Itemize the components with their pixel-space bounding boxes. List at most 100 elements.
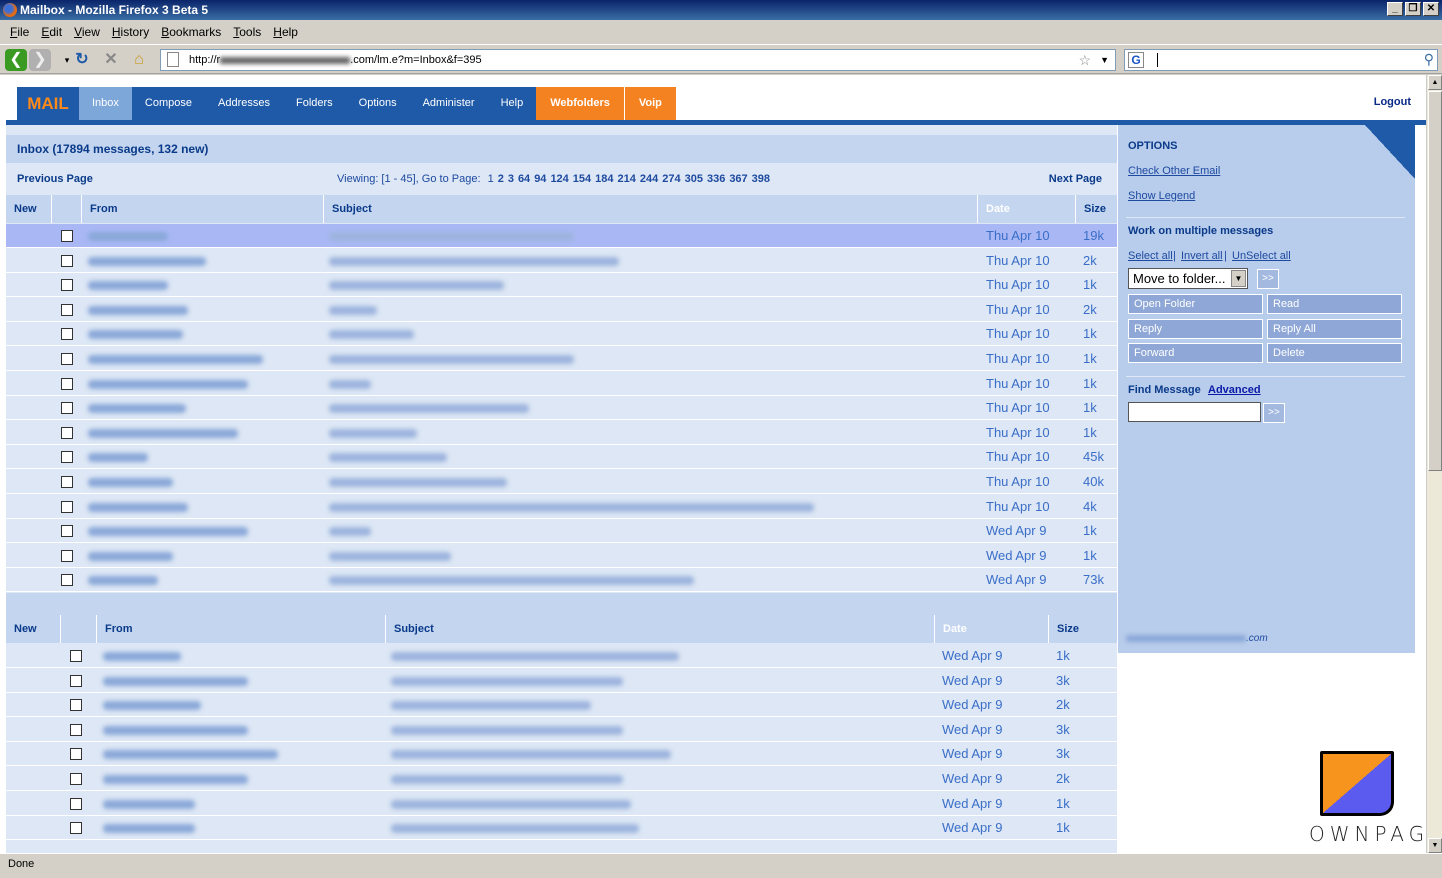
reload-icon[interactable]: ↻ xyxy=(71,49,93,71)
message-checkbox[interactable] xyxy=(70,822,82,835)
message-from[interactable] xyxy=(103,652,181,661)
message-subject[interactable] xyxy=(391,750,671,760)
tab-inbox[interactable]: Inbox xyxy=(79,87,132,120)
message-subject[interactable] xyxy=(329,355,574,364)
message-checkbox[interactable] xyxy=(70,674,82,687)
menu-history[interactable]: History xyxy=(106,25,155,39)
restore-button[interactable]: ❐ xyxy=(1405,2,1421,16)
message-from[interactable] xyxy=(103,775,248,784)
message-from[interactable] xyxy=(88,281,168,291)
home-icon[interactable]: ⌂ xyxy=(128,49,150,71)
read-button[interactable]: Read xyxy=(1267,294,1402,314)
message-row[interactable]: Wed Apr 9 1k xyxy=(6,816,1117,841)
message-subject[interactable] xyxy=(329,428,417,438)
message-row[interactable]: Wed Apr 9 3k xyxy=(6,718,1117,742)
message-row[interactable]: Thu Apr 10 1k xyxy=(6,273,1117,298)
message-from[interactable] xyxy=(88,256,206,266)
message-checkbox[interactable] xyxy=(61,574,73,587)
menu-edit[interactable]: Edit xyxy=(35,25,68,39)
message-row[interactable]: Thu Apr 10 4k xyxy=(6,495,1117,519)
page-link[interactable]: 244 xyxy=(640,173,658,185)
message-row[interactable]: Wed Apr 9 3k xyxy=(6,742,1117,767)
logout-link[interactable]: Logout xyxy=(1374,96,1411,108)
message-checkbox[interactable] xyxy=(61,549,73,562)
forward-button[interactable]: Forward xyxy=(1128,343,1263,363)
message-row[interactable]: Thu Apr 10 1k xyxy=(6,396,1117,421)
select-all-link[interactable]: Select all xyxy=(1128,250,1173,262)
message-row[interactable]: Thu Apr 10 40k xyxy=(6,470,1117,494)
find-go-button[interactable]: >> xyxy=(1263,403,1285,423)
tab-compose[interactable]: Compose xyxy=(131,87,205,120)
page-link[interactable]: 214 xyxy=(618,173,636,185)
bookmark-star-icon[interactable]: ☆ xyxy=(1078,50,1091,70)
col-subject[interactable]: Subject xyxy=(323,195,372,223)
page-link[interactable]: 367 xyxy=(729,173,747,185)
message-subject[interactable] xyxy=(329,232,574,241)
back-icon[interactable]: ❮ xyxy=(5,49,27,71)
page-link[interactable]: 184 xyxy=(595,173,613,185)
message-subject[interactable] xyxy=(329,527,371,537)
page-link[interactable]: 398 xyxy=(752,173,770,185)
move-to-folder-select[interactable]: Move to folder... ▼ xyxy=(1128,268,1248,289)
message-subject[interactable] xyxy=(329,404,529,414)
col-new[interactable]: New xyxy=(6,615,37,643)
message-row[interactable]: Thu Apr 10 2k xyxy=(6,298,1117,322)
message-subject[interactable] xyxy=(391,799,631,809)
message-checkbox[interactable] xyxy=(61,254,73,267)
message-checkbox[interactable] xyxy=(61,500,73,513)
message-checkbox[interactable] xyxy=(61,353,73,365)
scroll-thumb[interactable] xyxy=(1428,91,1442,471)
message-subject[interactable] xyxy=(391,701,591,711)
next-page-link[interactable]: Next Page xyxy=(1049,165,1102,193)
page-scrollbar[interactable]: ▲ ▼ xyxy=(1426,75,1442,853)
col-from[interactable]: From xyxy=(81,195,118,223)
stop-icon[interactable]: ✕ xyxy=(100,49,122,71)
message-subject[interactable] xyxy=(329,256,619,266)
col-new[interactable]: New xyxy=(6,195,37,223)
search-input[interactable] xyxy=(1157,53,1158,67)
search-magnifier-icon[interactable]: ⚲ xyxy=(1424,51,1434,68)
check-other-email-link[interactable]: Check Other Email xyxy=(1128,165,1220,177)
scroll-up-icon[interactable]: ▲ xyxy=(1428,75,1442,90)
message-from[interactable] xyxy=(103,750,278,760)
message-subject[interactable] xyxy=(329,551,451,561)
message-from[interactable] xyxy=(88,379,248,389)
message-checkbox[interactable] xyxy=(70,748,82,761)
message-subject[interactable] xyxy=(391,676,623,686)
col-date[interactable]: Date xyxy=(977,195,1010,223)
page-link[interactable]: 154 xyxy=(573,173,591,185)
message-row[interactable]: Thu Apr 10 1k xyxy=(6,372,1117,396)
message-from[interactable] xyxy=(88,355,263,364)
message-checkbox[interactable] xyxy=(61,525,73,538)
open-folder-button[interactable]: Open Folder xyxy=(1128,294,1263,314)
message-from[interactable] xyxy=(103,725,248,735)
google-engine-icon[interactable]: G xyxy=(1128,52,1144,68)
page-link[interactable]: 274 xyxy=(662,173,680,185)
message-subject[interactable] xyxy=(329,502,814,512)
message-subject[interactable] xyxy=(329,330,414,340)
message-checkbox[interactable] xyxy=(61,279,73,292)
message-row[interactable]: Thu Apr 10 1k xyxy=(6,322,1117,347)
message-subject[interactable] xyxy=(391,775,623,784)
message-from[interactable] xyxy=(88,404,186,414)
menu-file[interactable]: File xyxy=(4,25,35,39)
col-date[interactable]: Date xyxy=(934,615,967,643)
tab-help[interactable]: Help xyxy=(487,87,537,120)
message-checkbox[interactable] xyxy=(61,303,73,316)
tab-administer[interactable]: Administer xyxy=(409,87,488,120)
message-subject[interactable] xyxy=(329,478,507,487)
message-row[interactable]: Thu Apr 10 1k xyxy=(6,347,1117,371)
message-checkbox[interactable] xyxy=(61,328,73,341)
advanced-search-link[interactable]: Advanced xyxy=(1208,384,1261,396)
page-link[interactable]: 2 xyxy=(498,173,504,185)
menu-help[interactable]: Help xyxy=(267,25,304,39)
message-subject[interactable] xyxy=(329,305,377,315)
col-size[interactable]: Size xyxy=(1075,195,1106,223)
message-row[interactable]: Thu Apr 10 45k xyxy=(6,445,1117,470)
message-from[interactable] xyxy=(88,453,148,463)
page-link[interactable]: 305 xyxy=(685,173,703,185)
page-link[interactable]: 64 xyxy=(518,173,530,185)
close-button[interactable]: ✕ xyxy=(1423,2,1439,16)
message-subject[interactable] xyxy=(391,652,679,661)
message-row[interactable]: Wed Apr 9 1k xyxy=(6,644,1117,668)
